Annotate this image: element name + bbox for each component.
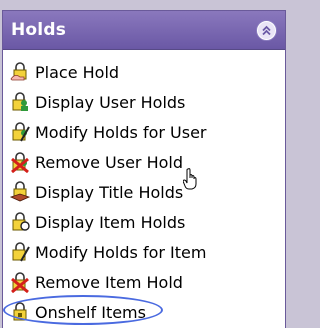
lock-shelf-icon <box>13 302 27 321</box>
menu-item-modify-holds-for-item[interactable]: Modify Holds for Item <box>9 237 285 267</box>
lock-remove-item-icon <box>11 272 29 293</box>
menu-item-label: Remove Item Hold <box>35 272 183 292</box>
lock-hand-icon <box>10 62 27 81</box>
lock-edit-icon <box>12 122 30 142</box>
panel-title: Holds <box>11 20 67 40</box>
holds-panel: Holds Place Hold Display User Holds Modi… <box>2 10 286 328</box>
menu-item-onshelf-items[interactable]: Onshelf Items <box>3 295 285 327</box>
chevron-up-double-icon <box>262 25 271 35</box>
menu-item-label: Display Title Holds <box>35 182 184 202</box>
lock-user-icon <box>12 92 28 111</box>
hand-pointer-icon <box>183 168 197 190</box>
collapse-button[interactable] <box>257 20 276 40</box>
lock-edit-item-icon <box>12 242 30 262</box>
menu-item-label: Remove User Hold <box>35 152 183 172</box>
menu-item-modify-holds-for-user[interactable]: Modify Holds for User <box>9 117 285 147</box>
lock-remove-icon <box>11 152 29 173</box>
menu-item-place-hold[interactable]: Place Hold <box>9 57 285 87</box>
menu-item-label: Place Hold <box>35 62 120 82</box>
panel-header: Holds <box>3 11 285 50</box>
menu-item-remove-user-hold[interactable]: Remove User Hold <box>9 147 285 177</box>
menu-item-remove-item-hold[interactable]: Remove Item Hold <box>9 267 285 297</box>
lock-book-icon <box>9 181 31 202</box>
menu-item-label: Display User Holds <box>35 92 186 112</box>
menu-item-label: Display Item Holds <box>35 212 186 232</box>
menu-item-label: Modify Holds for User <box>35 122 207 142</box>
menu-item-display-title-holds[interactable]: Display Title Holds <box>9 177 285 207</box>
menu-item-display-item-holds[interactable]: Display Item Holds <box>9 207 285 237</box>
menu-item-label: Onshelf Items <box>35 302 146 322</box>
menu-item-display-user-holds[interactable]: Display User Holds <box>9 87 285 117</box>
menu-item-label: Modify Holds for Item <box>35 242 207 262</box>
lock-item-icon <box>12 212 30 231</box>
holds-menu: Place Hold Display User Holds Modify Hol… <box>3 50 285 327</box>
